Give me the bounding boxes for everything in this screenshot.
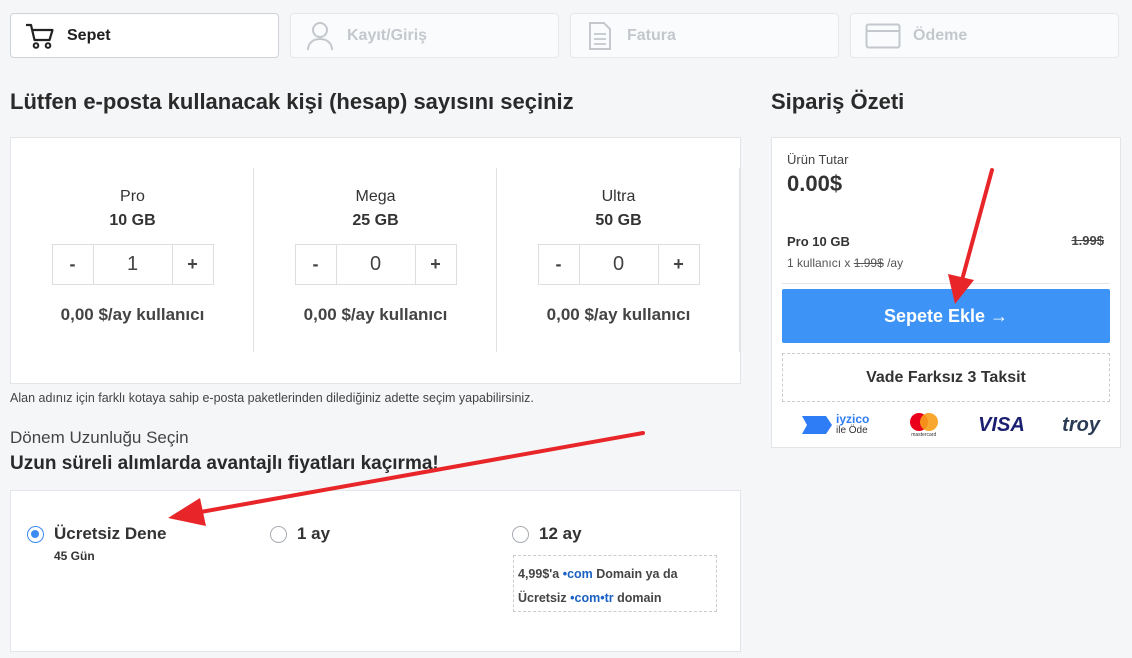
decrement-button[interactable]: - — [296, 245, 336, 284]
checkout-steps: Sepet Kayıt/Giriş Fatura Ödeme — [10, 13, 1119, 58]
promo-text: 4,99$'a — [518, 567, 560, 581]
order-summary: Ürün Tutar 0.00$ Pro 10 GB 1.99$ 1 kulla… — [771, 137, 1121, 448]
summary-title: Sipariş Özeti — [771, 89, 905, 114]
radio-button[interactable] — [27, 526, 44, 543]
step-sepet[interactable]: Sepet — [10, 13, 279, 58]
line-item-price: 1.99$ — [1071, 233, 1104, 248]
plan-note: Alan adınız için farklı kotaya sahip e-p… — [10, 391, 534, 405]
step-odeme[interactable]: Ödeme — [850, 13, 1119, 58]
document-icon — [585, 21, 615, 51]
radio-button[interactable] — [270, 526, 287, 543]
decrement-button[interactable]: - — [539, 245, 579, 284]
total-label: Ürün Tutar — [787, 152, 849, 167]
total-value: 0.00$ — [787, 171, 843, 196]
line-item-detail: 1 kullanıcı x 1.99$ /ay — [787, 256, 904, 270]
period-selector: Ücretsiz Dene 45 Gün 1 ay 12 ay 4,99$'a … — [10, 490, 741, 652]
payment-logos: iyzico ile Öde mastercard VISA troy — [800, 410, 1100, 440]
increment-button[interactable]: + — [416, 245, 456, 284]
step-fatura[interactable]: Fatura — [570, 13, 839, 58]
mastercard-logo: mastercard — [907, 412, 941, 438]
domain-promo: 4,99$'a •com Domain ya da Ücretsiz •com•… — [513, 555, 717, 612]
plan-selector: Pro 10 GB - 1 + 0,00 $/ay kullanıcı Mega… — [10, 137, 741, 384]
quantity-stepper: - 1 + — [51, 244, 214, 285]
plan-size: 10 GB — [109, 212, 156, 229]
line-item-name: Pro 10 GB — [787, 234, 850, 249]
plan-ultra: Ultra 50 GB - 0 + 0,00 $/ay kullanıcı — [497, 168, 740, 352]
step-label: Fatura — [627, 26, 676, 44]
troy-logo: troy — [1062, 413, 1100, 436]
period-option-12-months[interactable]: 12 ay — [512, 524, 582, 544]
plan-pro: Pro 10 GB - 1 + 0,00 $/ay kullanıcı — [11, 168, 254, 352]
plan-name: Ultra — [601, 188, 636, 205]
plan-name: Pro — [120, 188, 145, 205]
decrement-button[interactable]: - — [53, 245, 93, 284]
quantity-input[interactable]: 1 — [92, 245, 173, 284]
step-label: Sepet — [67, 26, 111, 44]
option-label: 1 ay — [297, 524, 331, 543]
option-label: 12 ay — [539, 524, 582, 543]
step-label: Kayıt/Giriş — [347, 26, 428, 44]
card-icon — [865, 21, 901, 51]
step-kayit[interactable]: Kayıt/Giriş — [290, 13, 559, 58]
plan-price: 0,00 $/ay kullanıcı — [60, 305, 205, 324]
increment-button[interactable]: + — [173, 245, 213, 284]
quantity-stepper: - 0 + — [537, 244, 700, 285]
promo-text: Domain ya da — [596, 567, 678, 581]
iyzico-logo: iyzico ile Öde — [800, 412, 869, 438]
period-subtitle: Dönem Uzunluğu Seçin — [10, 428, 189, 447]
page-title: Lütfen e-posta kullanacak kişi (hesap) s… — [10, 89, 574, 114]
plan-size: 25 GB — [352, 212, 399, 229]
increment-button[interactable]: + — [659, 245, 699, 284]
user-icon — [305, 21, 335, 51]
promo-text: Ücretsiz — [518, 591, 567, 605]
period-title: Uzun süreli alımlarda avantajlı fiyatlar… — [10, 453, 439, 474]
visa-logo: VISA — [978, 413, 1025, 436]
plan-name: Mega — [355, 188, 396, 205]
quantity-input[interactable]: 0 — [578, 245, 659, 284]
comtr-logo: •com•tr — [570, 591, 614, 605]
plan-price: 0,00 $/ay kullanıcı — [303, 305, 448, 324]
plan-mega: Mega 25 GB - 0 + 0,00 $/ay kullanıcı — [254, 168, 497, 352]
period-option-trial[interactable]: Ücretsiz Dene 45 Gün — [27, 524, 166, 563]
period-option-1-month[interactable]: 1 ay — [270, 524, 330, 544]
option-label: Ücretsiz Dene — [54, 524, 167, 543]
quantity-stepper: - 0 + — [294, 244, 457, 285]
option-sub: 45 Gün — [54, 549, 95, 563]
plan-price: 0,00 $/ay kullanıcı — [546, 305, 691, 324]
promo-text: domain — [617, 591, 662, 605]
step-label: Ödeme — [913, 26, 968, 44]
installment-button[interactable]: Vade Farksız 3 Taksit — [782, 353, 1110, 402]
add-to-cart-button[interactable]: Sepete Ekle → — [782, 289, 1110, 343]
plan-size: 50 GB — [595, 212, 642, 229]
com-logo: •com — [562, 567, 593, 581]
quantity-input[interactable]: 0 — [335, 245, 416, 284]
radio-button[interactable] — [512, 526, 529, 543]
cart-icon — [25, 21, 55, 51]
